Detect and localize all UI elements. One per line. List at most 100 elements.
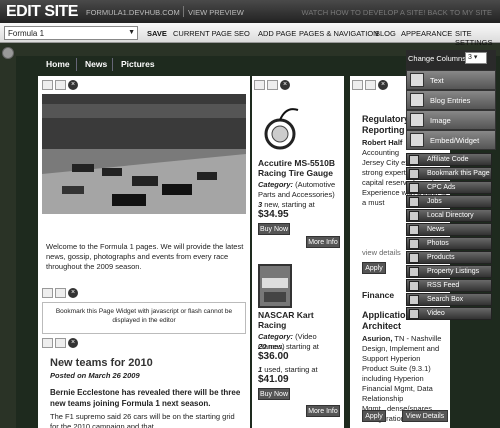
widget-label: Local Directory: [427, 212, 474, 219]
divider: [183, 6, 184, 17]
widget-bookmark[interactable]: Bookmark this Page: [406, 167, 492, 180]
page-select[interactable]: Formula 1 ▼: [4, 26, 138, 40]
nav-news[interactable]: News: [85, 59, 107, 69]
buy-now-button[interactable]: Buy Now: [258, 223, 290, 235]
view-preview-link[interactable]: VIEW PREVIEW: [188, 8, 244, 17]
text-icon: [410, 73, 424, 87]
appearance-button[interactable]: APPEARANCE: [401, 29, 452, 38]
nav-divider: [112, 58, 113, 71]
move-icon[interactable]: [42, 288, 53, 298]
move-icon[interactable]: [254, 80, 265, 90]
directory-icon: [409, 211, 419, 221]
site-settings-button[interactable]: SITE SETTINGS: [455, 29, 500, 47]
edit-icon[interactable]: [267, 80, 278, 90]
widget-property-listings[interactable]: Property Listings: [406, 265, 492, 278]
widget-local-directory[interactable]: Local Directory: [406, 209, 492, 222]
nav-home[interactable]: Home: [46, 59, 70, 69]
more-info-button[interactable]: More Info: [306, 236, 340, 248]
product-price-1: $34.95: [258, 209, 289, 220]
edit-icon[interactable]: [365, 80, 376, 90]
widget-image[interactable]: Image: [406, 110, 496, 130]
add-page-button[interactable]: ADD PAGE: [258, 29, 296, 38]
widget-label: News: [427, 226, 445, 233]
new-count: 3: [258, 200, 263, 209]
buy-now-button[interactable]: Buy Now: [258, 388, 290, 400]
widget-label: Text: [430, 76, 444, 85]
property-icon: [409, 267, 419, 277]
widget-cpc-ads[interactable]: CPC Ads: [406, 181, 492, 194]
blog-icon: [410, 93, 424, 107]
widget-label: Products: [427, 254, 455, 261]
close-icon[interactable]: ×: [378, 80, 388, 90]
widget-label: RSS Feed: [427, 282, 460, 289]
products-icon: [409, 253, 419, 263]
widget-search-box[interactable]: Search Box: [406, 293, 492, 306]
close-icon[interactable]: ×: [68, 288, 78, 298]
widget-video[interactable]: Video: [406, 307, 492, 320]
site-url-link[interactable]: FORMULA1.DEVHUB.COM: [86, 8, 180, 17]
widget-text[interactable]: Text: [406, 70, 496, 90]
widget-label: Bookmark this Page: [427, 170, 490, 177]
widget-blog-entries[interactable]: Blog Entries: [406, 90, 496, 110]
widget-affiliate-code[interactable]: Affiliate Code: [406, 153, 492, 166]
product-title-1[interactable]: Accutire MS-5510B Racing Tire Gauge: [258, 158, 344, 178]
widget-photos[interactable]: Photos: [406, 237, 492, 250]
change-columns-control: Change Columns 3 ▾: [406, 50, 496, 72]
widget-controls: ×: [254, 80, 290, 91]
embed-icon: [410, 133, 424, 147]
product-title-2[interactable]: NASCAR Kart Racing: [258, 310, 342, 330]
code-icon: [409, 155, 419, 165]
new-count: 20: [258, 342, 267, 351]
view-details-button[interactable]: View Details: [402, 410, 448, 422]
sidebar-toggle-icon[interactable]: [2, 47, 14, 59]
edit-icon[interactable]: [55, 80, 66, 90]
current-page-seo-button[interactable]: CURRENT PAGE SEO: [173, 29, 250, 38]
widget-rss-feed[interactable]: RSS Feed: [406, 279, 492, 292]
video-icon: [409, 309, 419, 319]
widget-jobs[interactable]: Jobs: [406, 195, 492, 208]
bookmark-icon: [409, 169, 419, 179]
chevron-down-icon: ▼: [128, 29, 135, 36]
nascar-game-image: [258, 264, 292, 308]
site-nav: Home News Pictures: [38, 56, 388, 74]
blog-button[interactable]: BLOG: [375, 29, 396, 38]
save-button[interactable]: SAVE: [147, 29, 167, 38]
race-photo: [42, 94, 246, 214]
news-title[interactable]: New teams for 2010: [50, 358, 153, 369]
welcome-text: Welcome to the Formula 1 pages. We will …: [46, 242, 244, 271]
page-select-value: Formula 1: [8, 29, 45, 38]
job-company-2: Asurion,: [362, 334, 393, 343]
edit-icon[interactable]: [55, 288, 66, 298]
move-icon[interactable]: [352, 80, 363, 90]
widget-embed[interactable]: Embed/Widget: [406, 130, 496, 150]
news-icon: [409, 225, 419, 235]
widget-label: Video: [427, 310, 445, 317]
widget-label: Property Listings: [427, 268, 480, 275]
widget-products[interactable]: Products: [406, 251, 492, 264]
widget-label: CPC Ads: [427, 184, 456, 191]
change-columns-label: Change Columns: [408, 54, 466, 63]
widget-controls: ×: [42, 288, 78, 299]
more-info-button[interactable]: More Info: [306, 405, 340, 417]
pages-navigation-button[interactable]: PAGES & NAVIGATION: [299, 29, 379, 38]
widget-label: Embed/Widget: [430, 136, 480, 145]
columns-select[interactable]: 3 ▾: [465, 52, 487, 64]
apply-button[interactable]: Apply: [362, 262, 386, 274]
widget-news[interactable]: News: [406, 223, 492, 236]
apply-button[interactable]: Apply: [362, 410, 386, 422]
product-price-2b: $41.09: [258, 374, 289, 385]
edit-icon[interactable]: [55, 338, 66, 348]
nav-pictures[interactable]: Pictures: [121, 59, 155, 69]
move-icon[interactable]: [42, 338, 53, 348]
widget-label: Affiliate Code: [427, 156, 469, 163]
close-icon[interactable]: ×: [280, 80, 290, 90]
close-icon[interactable]: ×: [68, 80, 78, 90]
help-links[interactable]: WATCH HOW TO DEVELOP A SITE! BACK TO MY …: [302, 8, 492, 17]
jobs-icon: [409, 197, 419, 207]
widget-label: Blog Entries: [430, 96, 471, 105]
used-label: used, starting at: [264, 365, 318, 374]
close-icon[interactable]: ×: [68, 338, 78, 348]
ads-icon: [409, 183, 419, 193]
view-details-link[interactable]: view details: [362, 248, 401, 258]
move-icon[interactable]: [42, 80, 53, 90]
